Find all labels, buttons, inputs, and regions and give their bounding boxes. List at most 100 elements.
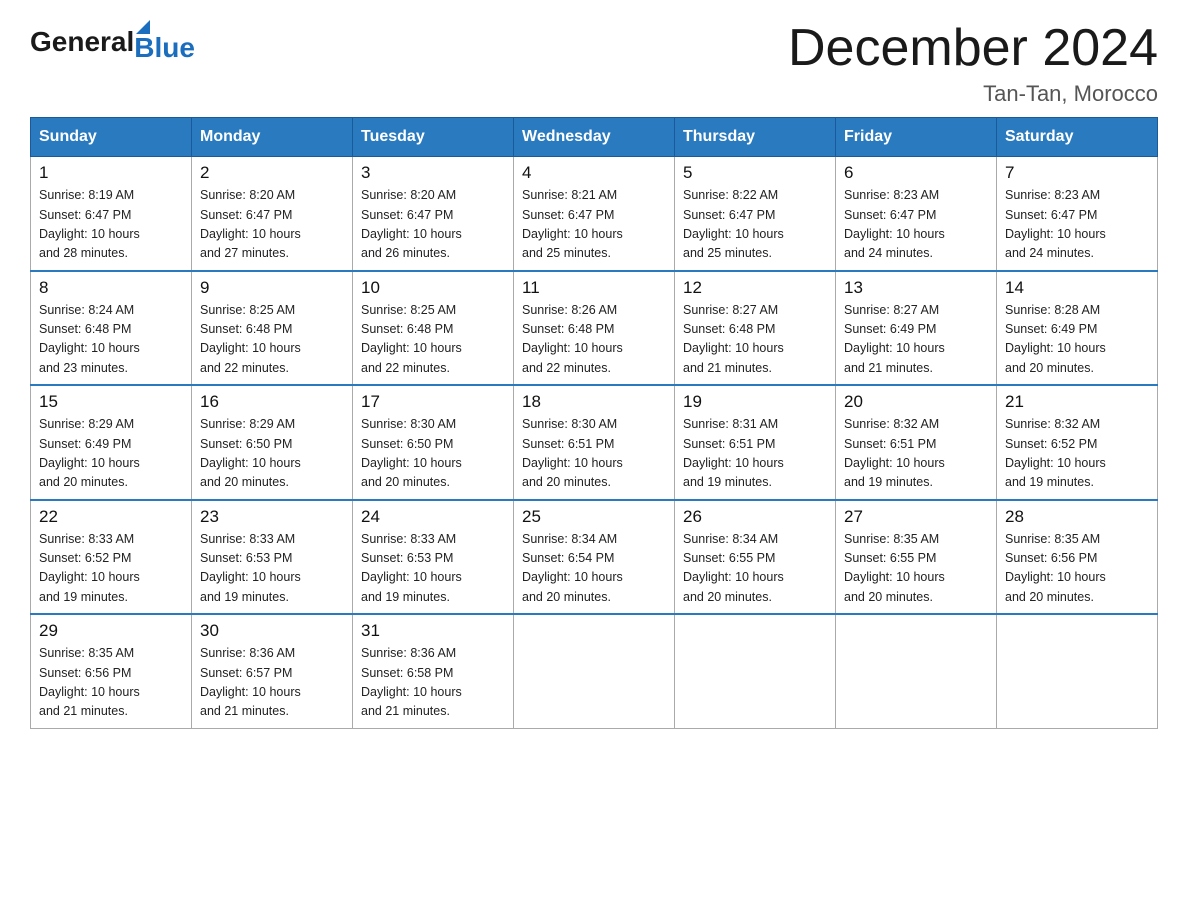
day-info: Sunrise: 8:26 AMSunset: 6:48 PMDaylight:… xyxy=(522,301,666,379)
day-number: 19 xyxy=(683,392,827,412)
logo-blue-part: Blue xyxy=(134,20,195,64)
day-number: 16 xyxy=(200,392,344,412)
day-info: Sunrise: 8:24 AMSunset: 6:48 PMDaylight:… xyxy=(39,301,183,379)
logo: General Blue xyxy=(30,20,195,64)
day-info: Sunrise: 8:35 AMSunset: 6:56 PMDaylight:… xyxy=(1005,530,1149,608)
day-number: 20 xyxy=(844,392,988,412)
day-info: Sunrise: 8:20 AMSunset: 6:47 PMDaylight:… xyxy=(200,186,344,264)
day-number: 30 xyxy=(200,621,344,641)
calendar-header-wednesday: Wednesday xyxy=(514,118,675,157)
day-info: Sunrise: 8:33 AMSunset: 6:53 PMDaylight:… xyxy=(361,530,505,608)
calendar-cell: 3 Sunrise: 8:20 AMSunset: 6:47 PMDaylight… xyxy=(353,157,514,271)
title-area: December 2024 Tan-Tan, Morocco xyxy=(788,20,1158,107)
day-info: Sunrise: 8:32 AMSunset: 6:51 PMDaylight:… xyxy=(844,415,988,493)
calendar-header-row: SundayMondayTuesdayWednesdayThursdayFrid… xyxy=(31,118,1158,157)
day-number: 21 xyxy=(1005,392,1149,412)
day-number: 29 xyxy=(39,621,183,641)
calendar-week-row: 1Sunrise: 8:19 AMSunset: 6:47 PMDaylight… xyxy=(31,157,1158,271)
day-number: 26 xyxy=(683,507,827,527)
calendar-cell: 30Sunrise: 8:36 AMSunset: 6:57 PMDayligh… xyxy=(192,614,353,728)
calendar-week-row: 29 Sunrise: 8:35 AMSunset: 6:56 PMDayligh… xyxy=(31,614,1158,728)
day-info: Sunrise: 8:23 AMSunset: 6:47 PMDaylight:… xyxy=(1005,186,1149,264)
calendar-cell: 24 Sunrise: 8:33 AMSunset: 6:53 PMDayligh… xyxy=(353,500,514,615)
day-info: Sunrise: 8:35 AMSunset: 6:55 PMDaylight:… xyxy=(844,530,988,608)
calendar-cell: 13 Sunrise: 8:27 AMSunset: 6:49 PMDayligh… xyxy=(836,271,997,386)
calendar-cell: 19 Sunrise: 8:31 AMSunset: 6:51 PMDayligh… xyxy=(675,385,836,500)
day-info: Sunrise: 8:33 AMSunset: 6:53 PMDaylight:… xyxy=(200,530,344,608)
day-info: Sunrise: 8:31 AMSunset: 6:51 PMDaylight:… xyxy=(683,415,827,493)
day-info: Sunrise: 8:27 AMSunset: 6:49 PMDaylight:… xyxy=(844,301,988,379)
day-number: 22 xyxy=(39,507,183,527)
day-info: Sunrise: 8:30 AMSunset: 6:51 PMDaylight:… xyxy=(522,415,666,493)
day-number: 9 xyxy=(200,278,344,298)
day-info: Sunrise: 8:23 AMSunset: 6:47 PMDaylight:… xyxy=(844,186,988,264)
day-info: Sunrise: 8:36 AMSunset: 6:58 PMDaylight:… xyxy=(361,644,505,722)
day-info: Sunrise: 8:34 AMSunset: 6:55 PMDaylight:… xyxy=(683,530,827,608)
day-number: 13 xyxy=(844,278,988,298)
calendar-header-monday: Monday xyxy=(192,118,353,157)
day-number: 15 xyxy=(39,392,183,412)
day-number: 18 xyxy=(522,392,666,412)
calendar-cell xyxy=(836,614,997,728)
day-number: 5 xyxy=(683,163,827,183)
day-info: Sunrise: 8:28 AMSunset: 6:49 PMDaylight:… xyxy=(1005,301,1149,379)
calendar-cell: 6 Sunrise: 8:23 AMSunset: 6:47 PMDaylight… xyxy=(836,157,997,271)
calendar-table: SundayMondayTuesdayWednesdayThursdayFrid… xyxy=(30,117,1158,729)
calendar-cell: 18 Sunrise: 8:30 AMSunset: 6:51 PMDayligh… xyxy=(514,385,675,500)
day-number: 24 xyxy=(361,507,505,527)
day-number: 12 xyxy=(683,278,827,298)
month-title: December 2024 xyxy=(788,20,1158,77)
calendar-cell: 29 Sunrise: 8:35 AMSunset: 6:56 PMDayligh… xyxy=(31,614,192,728)
location: Tan-Tan, Morocco xyxy=(788,81,1158,107)
day-info: Sunrise: 8:29 AMSunset: 6:49 PMDaylight:… xyxy=(39,415,183,493)
day-number: 3 xyxy=(361,163,505,183)
logo-general-text: General xyxy=(30,26,134,58)
calendar-cell xyxy=(675,614,836,728)
calendar-header-tuesday: Tuesday xyxy=(353,118,514,157)
day-number: 28 xyxy=(1005,507,1149,527)
day-info: Sunrise: 8:21 AMSunset: 6:47 PMDaylight:… xyxy=(522,186,666,264)
calendar-cell xyxy=(997,614,1158,728)
day-number: 23 xyxy=(200,507,344,527)
day-number: 1 xyxy=(39,163,183,183)
calendar-header-sunday: Sunday xyxy=(31,118,192,157)
calendar-cell: 23 Sunrise: 8:33 AMSunset: 6:53 PMDayligh… xyxy=(192,500,353,615)
calendar-cell: 14 Sunrise: 8:28 AMSunset: 6:49 PMDayligh… xyxy=(997,271,1158,386)
calendar-cell: 8Sunrise: 8:24 AMSunset: 6:48 PMDaylight… xyxy=(31,271,192,386)
day-number: 6 xyxy=(844,163,988,183)
calendar-cell: 2 Sunrise: 8:20 AMSunset: 6:47 PMDaylight… xyxy=(192,157,353,271)
day-info: Sunrise: 8:22 AMSunset: 6:47 PMDaylight:… xyxy=(683,186,827,264)
calendar-cell: 22 Sunrise: 8:33 AMSunset: 6:52 PMDayligh… xyxy=(31,500,192,615)
calendar-cell: 20 Sunrise: 8:32 AMSunset: 6:51 PMDayligh… xyxy=(836,385,997,500)
calendar-cell: 7 Sunrise: 8:23 AMSunset: 6:47 PMDaylight… xyxy=(997,157,1158,271)
calendar-cell: 9Sunrise: 8:25 AMSunset: 6:48 PMDaylight… xyxy=(192,271,353,386)
logo-blue-text: Blue xyxy=(134,32,195,64)
calendar-cell: 1Sunrise: 8:19 AMSunset: 6:47 PMDaylight… xyxy=(31,157,192,271)
calendar-cell: 17 Sunrise: 8:30 AMSunset: 6:50 PMDayligh… xyxy=(353,385,514,500)
day-number: 14 xyxy=(1005,278,1149,298)
calendar-week-row: 22 Sunrise: 8:33 AMSunset: 6:52 PMDayligh… xyxy=(31,500,1158,615)
day-info: Sunrise: 8:30 AMSunset: 6:50 PMDaylight:… xyxy=(361,415,505,493)
calendar-cell: 21Sunrise: 8:32 AMSunset: 6:52 PMDayligh… xyxy=(997,385,1158,500)
calendar-cell: 27Sunrise: 8:35 AMSunset: 6:55 PMDayligh… xyxy=(836,500,997,615)
calendar-cell: 25Sunrise: 8:34 AMSunset: 6:54 PMDayligh… xyxy=(514,500,675,615)
calendar-header-thursday: Thursday xyxy=(675,118,836,157)
calendar-cell: 4Sunrise: 8:21 AMSunset: 6:47 PMDaylight… xyxy=(514,157,675,271)
day-info: Sunrise: 8:20 AMSunset: 6:47 PMDaylight:… xyxy=(361,186,505,264)
day-info: Sunrise: 8:35 AMSunset: 6:56 PMDaylight:… xyxy=(39,644,183,722)
calendar-cell: 16Sunrise: 8:29 AMSunset: 6:50 PMDayligh… xyxy=(192,385,353,500)
calendar-cell: 28 Sunrise: 8:35 AMSunset: 6:56 PMDayligh… xyxy=(997,500,1158,615)
calendar-cell xyxy=(514,614,675,728)
day-number: 17 xyxy=(361,392,505,412)
calendar-week-row: 8Sunrise: 8:24 AMSunset: 6:48 PMDaylight… xyxy=(31,271,1158,386)
page-header: General Blue December 2024 Tan-Tan, Moro… xyxy=(30,20,1158,107)
day-info: Sunrise: 8:33 AMSunset: 6:52 PMDaylight:… xyxy=(39,530,183,608)
calendar-header-saturday: Saturday xyxy=(997,118,1158,157)
day-number: 7 xyxy=(1005,163,1149,183)
calendar-cell: 26 Sunrise: 8:34 AMSunset: 6:55 PMDayligh… xyxy=(675,500,836,615)
day-number: 11 xyxy=(522,278,666,298)
day-number: 2 xyxy=(200,163,344,183)
calendar-cell: 11 Sunrise: 8:26 AMSunset: 6:48 PMDayligh… xyxy=(514,271,675,386)
calendar-cell: 10Sunrise: 8:25 AMSunset: 6:48 PMDayligh… xyxy=(353,271,514,386)
calendar-cell: 15 Sunrise: 8:29 AMSunset: 6:49 PMDayligh… xyxy=(31,385,192,500)
